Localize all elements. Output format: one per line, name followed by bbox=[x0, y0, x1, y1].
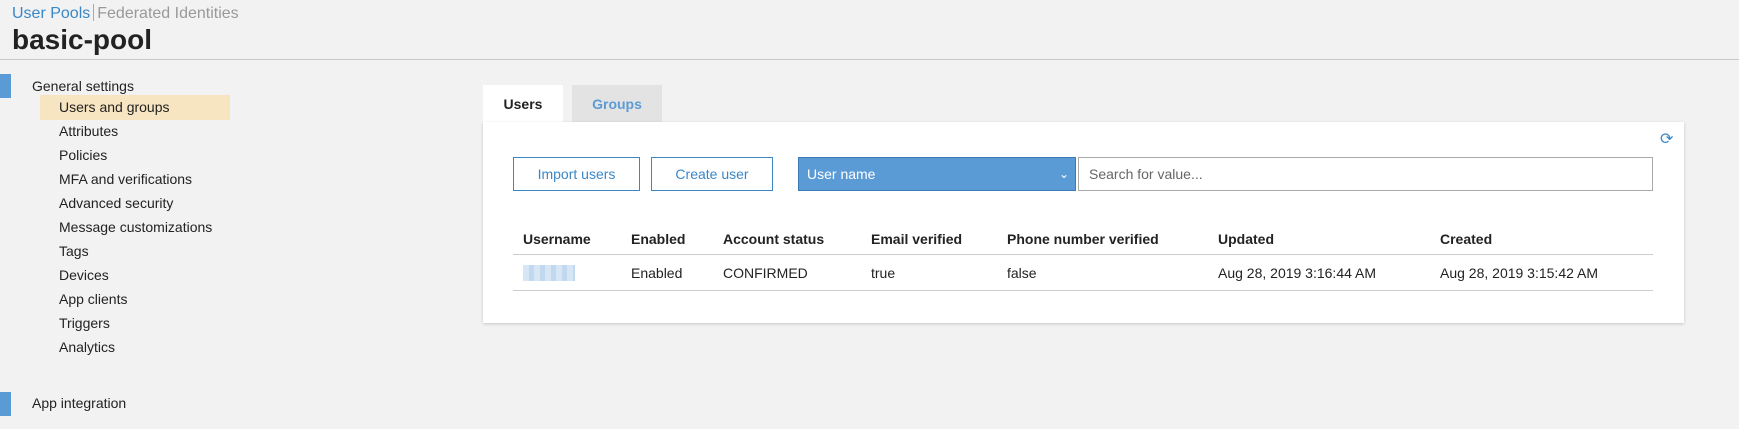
header: User Pools Federated Identities basic-poo… bbox=[0, 0, 1739, 60]
chevron-down-icon: ⌄ bbox=[1058, 167, 1069, 181]
table-header: Username Enabled Account status Email ve… bbox=[513, 223, 1653, 255]
breadcrumb: User Pools Federated Identities bbox=[12, 4, 239, 23]
crumb-divider bbox=[93, 4, 95, 21]
sidebar-item-devices[interactable]: Devices bbox=[40, 263, 230, 288]
sidebar-item-mfa[interactable]: MFA and verifications bbox=[40, 167, 230, 192]
cell-email-verified: true bbox=[871, 265, 896, 281]
search-input[interactable]: Search for value... bbox=[1078, 157, 1653, 191]
redacted-username bbox=[523, 265, 575, 281]
section-marker bbox=[0, 392, 11, 416]
column-username[interactable]: Username bbox=[523, 231, 591, 247]
sidebar-section-general-settings[interactable]: General settings bbox=[0, 60, 240, 98]
column-phone-verified[interactable]: Phone number verified bbox=[1007, 231, 1159, 247]
sidebar-item-app-clients[interactable]: App clients bbox=[40, 287, 230, 312]
import-users-button[interactable]: Import users bbox=[513, 157, 640, 191]
tab-groups[interactable]: Groups bbox=[572, 85, 662, 123]
sidebar-item-triggers[interactable]: Triggers bbox=[40, 311, 230, 336]
attribute-select-value: User name bbox=[807, 166, 876, 182]
create-user-button[interactable]: Create user bbox=[651, 157, 773, 191]
attribute-select[interactable]: User name ⌄ bbox=[798, 157, 1076, 191]
column-created[interactable]: Created bbox=[1440, 231, 1492, 247]
column-email-verified[interactable]: Email verified bbox=[871, 231, 962, 247]
sidebar-section-label: App integration bbox=[32, 395, 127, 411]
crumb-federated-identities[interactable]: Federated Identities bbox=[97, 5, 238, 22]
sidebar-item-users-and-groups[interactable]: Users and groups bbox=[40, 95, 230, 120]
cell-enabled: Enabled bbox=[631, 265, 683, 281]
sidebar-item-advanced-security[interactable]: Advanced security bbox=[40, 191, 230, 216]
sidebar-item-policies[interactable]: Policies bbox=[40, 143, 230, 168]
users-panel: ⟳ Import users Create user User name ⌄ S… bbox=[483, 122, 1684, 323]
cell-updated: Aug 28, 2019 3:16:44 AM bbox=[1218, 265, 1377, 281]
sidebar-item-analytics[interactable]: Analytics bbox=[40, 335, 230, 360]
cell-phone-verified: false bbox=[1007, 265, 1037, 281]
sidebar-item-message-customizations[interactable]: Message customizations bbox=[40, 215, 230, 240]
cell-created: Aug 28, 2019 3:15:42 AM bbox=[1440, 265, 1599, 281]
column-updated[interactable]: Updated bbox=[1218, 231, 1274, 247]
column-enabled[interactable]: Enabled bbox=[631, 231, 685, 247]
section-marker bbox=[0, 74, 11, 98]
sidebar-item-attributes[interactable]: Attributes bbox=[40, 119, 230, 144]
cell-username-redacted[interactable] bbox=[523, 265, 575, 282]
sidebar-section-label: General settings bbox=[32, 78, 134, 94]
table-row[interactable]: Enabled CONFIRMED true false Aug 28, 201… bbox=[513, 255, 1653, 291]
tab-users[interactable]: Users bbox=[483, 85, 563, 123]
sidebar-item-tags[interactable]: Tags bbox=[40, 239, 230, 264]
column-account-status[interactable]: Account status bbox=[723, 231, 824, 247]
cell-account-status: CONFIRMED bbox=[723, 265, 808, 281]
refresh-icon[interactable]: ⟳ bbox=[1660, 132, 1676, 148]
sidebar-section-app-integration[interactable]: App integration bbox=[0, 376, 240, 416]
page-title: basic-pool bbox=[12, 24, 153, 55]
crumb-user-pools[interactable]: User Pools bbox=[12, 5, 90, 22]
sidebar: General settings bbox=[0, 60, 240, 98]
